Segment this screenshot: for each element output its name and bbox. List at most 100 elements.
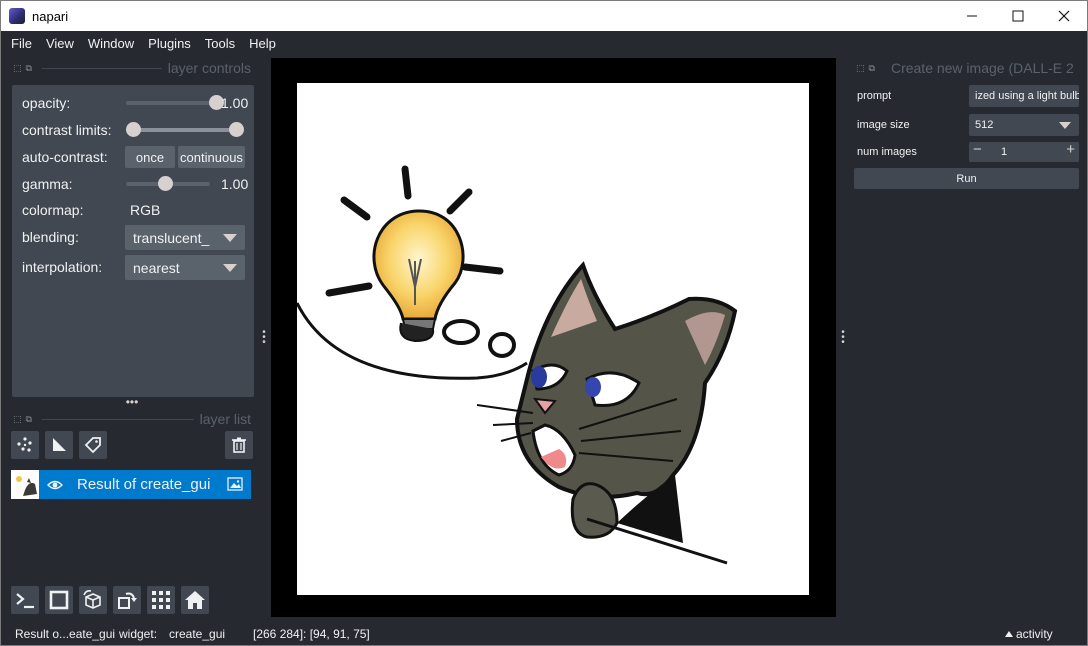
- prompt-input[interactable]: ized using a light bulb: [969, 85, 1079, 107]
- status-widget-label: widget:: [119, 627, 158, 641]
- reset-view-button[interactable]: [181, 586, 209, 614]
- eye-icon: [47, 480, 63, 490]
- menu-file[interactable]: File: [4, 36, 39, 51]
- title-bar: napari: [1, 1, 1087, 31]
- gamma-slider[interactable]: [126, 176, 210, 191]
- image-size-value: 512: [975, 119, 994, 131]
- blending-label: blending:: [22, 229, 79, 245]
- transpose-icon: [118, 592, 137, 609]
- napari-window: napari File View Window Plugins Tools He…: [0, 0, 1088, 646]
- prompt-label: prompt: [857, 90, 892, 102]
- grid-icon: [152, 591, 170, 609]
- new-labels-layer-button[interactable]: [79, 431, 107, 459]
- menu-help[interactable]: Help: [242, 36, 283, 51]
- chevron-down-icon: [1059, 122, 1071, 129]
- dock-float-icon[interactable]: ⬚: [13, 414, 22, 425]
- menu-tools[interactable]: Tools: [198, 36, 242, 51]
- image-size-label: image size: [857, 119, 910, 131]
- points-icon: [17, 437, 32, 452]
- image-size-select[interactable]: 512: [969, 114, 1079, 136]
- close-window-button[interactable]: [1041, 1, 1087, 31]
- image-layer-display[interactable]: [297, 83, 809, 595]
- delete-layer-button[interactable]: [225, 431, 253, 459]
- auto-contrast-once-button[interactable]: once: [125, 146, 175, 168]
- blending-value: translucent_: [133, 229, 210, 246]
- window-controls: [949, 1, 1087, 31]
- cube-rotate-icon: [83, 590, 101, 609]
- gamma-slider-handle[interactable]: [158, 176, 173, 191]
- layer-list-title: layer list: [199, 411, 251, 427]
- num-images-label: num images: [857, 146, 917, 158]
- square-icon: [49, 590, 69, 610]
- num-images-value: 1: [1001, 146, 1008, 158]
- terminal-icon: [16, 593, 34, 609]
- menu-plugins[interactable]: Plugins: [141, 36, 198, 51]
- interpolation-label: interpolation:: [22, 259, 103, 275]
- left-dock-splitter-handle[interactable]: • • •: [262, 328, 266, 348]
- dock-close-icon[interactable]: ⧉: [869, 63, 875, 74]
- activity-label: activity: [1016, 627, 1053, 641]
- opacity-label: opacity:: [22, 95, 71, 111]
- grid-view-button[interactable]: [147, 586, 175, 614]
- layer-list-dock-title: ⬚ ⧉ layer list: [13, 410, 251, 428]
- minimize-button[interactable]: [949, 1, 995, 31]
- dock-close-icon[interactable]: ⧉: [26, 414, 32, 425]
- tag-icon: [84, 437, 101, 454]
- gamma-value[interactable]: 1.00: [221, 176, 248, 192]
- blending-select[interactable]: translucent_: [125, 225, 245, 250]
- layer-item[interactable]: Result of create_gui: [11, 470, 251, 499]
- horizontal-splitter-handle[interactable]: •••: [121, 396, 143, 408]
- minus-icon[interactable]: −: [973, 142, 982, 158]
- dalle-widget-title: Create new image (DALL-E 2: [890, 60, 1074, 76]
- opacity-slider[interactable]: [126, 95, 224, 110]
- dalle-dock-title: ⬚ ⧉ Create new image (DALL-E 2: [856, 59, 1081, 77]
- dock-float-icon[interactable]: ⬚: [13, 63, 22, 74]
- status-widget-value: create_gui: [169, 627, 226, 641]
- maximize-icon: [1012, 10, 1024, 22]
- colormap-label: colormap:: [22, 202, 84, 218]
- layer-name[interactable]: Result of create_gui: [77, 476, 210, 493]
- activity-button[interactable]: activity: [1005, 627, 1053, 641]
- prompt-value: ized using a light bulb: [975, 90, 1079, 102]
- maximize-button[interactable]: [995, 1, 1041, 31]
- contrast-max-handle[interactable]: [229, 122, 244, 137]
- roll-dims-button[interactable]: [79, 586, 107, 614]
- console-button[interactable]: [11, 586, 39, 614]
- dock-close-icon[interactable]: ⧉: [26, 63, 32, 74]
- transpose-dims-button[interactable]: [113, 586, 141, 614]
- layer-controls-panel: opacity: 1.00 contrast limits: auto-cont…: [12, 85, 254, 397]
- napari-logo-icon: [9, 8, 25, 24]
- cat-lightbulb-illustration: [297, 165, 738, 565]
- interpolation-value: nearest: [133, 259, 180, 276]
- status-layer-name: Result o...eate_gui: [15, 627, 116, 641]
- status-bar: Result o...eate_gui widget: create_gui […: [1, 623, 1087, 645]
- colormap-value: RGB: [130, 202, 161, 218]
- minimize-icon: [967, 15, 977, 17]
- num-images-spinbox[interactable]: − 1 +: [969, 142, 1079, 162]
- contrast-limits-slider[interactable]: [126, 122, 244, 137]
- right-dock-splitter-handle[interactable]: • • •: [841, 328, 845, 348]
- new-shapes-layer-button[interactable]: [45, 431, 73, 459]
- interpolation-select[interactable]: nearest: [125, 255, 245, 280]
- caret-up-icon: [1005, 631, 1013, 637]
- gamma-label: gamma:: [22, 176, 73, 192]
- image-layer-type-icon: [227, 477, 243, 491]
- close-icon: [1058, 10, 1070, 22]
- new-points-layer-button[interactable]: [11, 431, 39, 459]
- run-button[interactable]: Run: [854, 168, 1079, 189]
- layer-controls-title: layer controls: [167, 60, 251, 76]
- trash-icon: [232, 437, 246, 453]
- contrast-min-handle[interactable]: [126, 122, 141, 137]
- auto-contrast-label: auto-contrast:: [22, 149, 108, 165]
- opacity-value[interactable]: 1.00: [221, 95, 248, 111]
- home-icon: [185, 591, 205, 609]
- auto-contrast-continuous-button[interactable]: continuous: [178, 146, 245, 168]
- menu-view[interactable]: View: [39, 36, 81, 51]
- dock-float-icon[interactable]: ⬚: [856, 63, 865, 74]
- plus-icon[interactable]: +: [1066, 142, 1075, 158]
- window-title: napari: [32, 8, 69, 24]
- menu-window[interactable]: Window: [81, 36, 141, 51]
- visibility-toggle[interactable]: [47, 477, 63, 493]
- layer-controls-dock-title: ⬚ ⧉ layer controls: [13, 59, 251, 77]
- ndisplay-button[interactable]: [45, 586, 73, 614]
